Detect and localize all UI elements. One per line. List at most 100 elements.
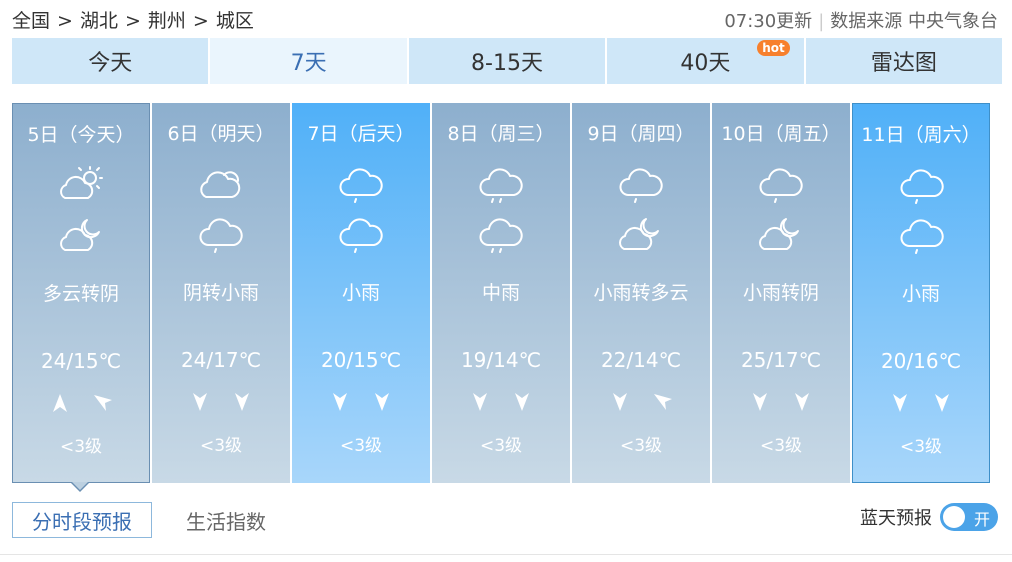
south-wind-icon: [190, 391, 210, 417]
weather-desc: 小雨: [901, 283, 940, 305]
wind-direction: [292, 391, 430, 417]
light-rain-icon: [336, 163, 386, 203]
wind-level: <3级: [199, 436, 243, 456]
tab-label: 40天: [680, 51, 731, 76]
wind-direction: [853, 392, 989, 418]
south-wind-icon: [750, 391, 770, 417]
south-wind-icon: [890, 392, 910, 418]
tab-40-days[interactable]: 40天 hot: [607, 38, 804, 84]
wind-direction: [572, 391, 710, 417]
temperature: 24/15℃: [40, 349, 122, 373]
tab-label: 8-15天: [471, 51, 543, 76]
divider: [0, 554, 1012, 555]
day-card[interactable]: 8日（周三） 中雨 19/14℃ <3级: [432, 103, 570, 483]
weather-desc: 多云转阴: [42, 283, 119, 305]
temperature: 24/17℃: [180, 348, 262, 372]
south-wind-icon: [470, 391, 490, 417]
day-card[interactable]: 7日（后天） 小雨 20/15℃ <3级: [292, 103, 430, 483]
toggle-state: 开: [973, 510, 990, 529]
south-wind-icon: [610, 391, 630, 417]
day-date: 5日（今天）: [27, 124, 135, 146]
day-date: 6日（明天）: [167, 123, 275, 145]
day-date: 8日（周三）: [447, 123, 555, 145]
cloudy-night-icon: [616, 213, 666, 253]
wind-level: <3级: [759, 436, 803, 456]
top-bar: 全国 > 湖北 > 荆州 > 城区 07:30更新 | 数据来源 中央气象台: [12, 4, 1002, 32]
tab-label: 雷达图: [870, 51, 937, 76]
light-rain-icon: [336, 213, 386, 253]
breadcrumb-separator: >: [192, 10, 209, 32]
day-date: 10日（周五）: [721, 123, 841, 145]
blue-sky-toggle[interactable]: 开: [940, 503, 998, 531]
south-wind-icon: [330, 391, 350, 417]
breadcrumb: 全国 > 湖北 > 荆州 > 城区: [12, 6, 254, 33]
weather-desc: 中雨: [481, 282, 520, 304]
northwest-wind-icon: [652, 391, 672, 417]
light-rain-icon: [756, 163, 806, 203]
temperature: 25/17℃: [740, 348, 822, 372]
tab-7-days[interactable]: 7天: [210, 38, 407, 84]
day-date: 9日（周四）: [587, 123, 695, 145]
day-card[interactable]: 6日（明天） 阴转小雨 24/17℃ <3级: [152, 103, 290, 483]
seven-day-forecast: 5日（今天） 多云转阴 24/15℃ <3级 6日（明天） 阴转小雨 24/17…: [12, 103, 994, 483]
hot-badge: hot: [757, 40, 790, 56]
day-date: 7日（后天）: [307, 123, 415, 145]
breadcrumb-item-province[interactable]: 湖北: [80, 6, 118, 33]
temperature: 22/14℃: [600, 348, 682, 372]
weather-desc: 小雨转阴: [742, 282, 819, 304]
south-wind-icon: [932, 392, 952, 418]
cloudy-sun-icon: [57, 164, 107, 204]
south-wind-icon: [792, 391, 812, 417]
wind-direction: [152, 391, 290, 417]
divider: |: [818, 11, 825, 32]
wind-direction: [712, 391, 850, 417]
cloudy-night-icon: [756, 213, 806, 253]
weather-desc: 小雨转多云: [593, 282, 689, 304]
day-card[interactable]: 5日（今天） 多云转阴 24/15℃ <3级: [12, 103, 150, 483]
wind-level: <3级: [59, 437, 103, 457]
moderate-rain-icon: [476, 163, 526, 203]
day-date: 11日（周六）: [861, 124, 981, 146]
day-card[interactable]: 11日（周六） 小雨 20/16℃ <3级: [852, 103, 990, 483]
temperature: 19/14℃: [460, 348, 542, 372]
tab-today[interactable]: 今天: [12, 38, 209, 84]
moderate-rain-icon: [476, 213, 526, 253]
northwest-wind-icon: [92, 392, 112, 418]
tab-hourly-forecast[interactable]: 分时段预报: [12, 502, 152, 538]
tab-label: 今天: [88, 51, 133, 76]
breadcrumb-item-city[interactable]: 荆州: [148, 6, 186, 33]
update-time: 07:30更新: [724, 11, 813, 32]
cloudy-night-icon: [57, 214, 107, 254]
light-rain-icon: [897, 164, 947, 204]
breadcrumb-item-district: 城区: [215, 10, 254, 32]
breadcrumb-item-country[interactable]: 全国: [12, 6, 50, 33]
selected-day-pointer-inner: [72, 482, 88, 490]
weather-desc: 阴转小雨: [182, 282, 259, 304]
toggle-knob: [943, 506, 965, 528]
update-info: 07:30更新 | 数据来源 中央气象台: [724, 7, 998, 33]
temperature: 20/15℃: [320, 348, 402, 372]
breadcrumb-separator: >: [124, 10, 141, 32]
cloud-icon: [196, 163, 246, 203]
breadcrumb-separator: >: [57, 10, 73, 32]
wind-level: <3级: [479, 436, 523, 456]
tab-8-15-days[interactable]: 8-15天: [408, 38, 606, 84]
north-wind-icon: [50, 392, 70, 418]
temperature: 20/16℃: [880, 349, 962, 373]
data-source: 数据来源 中央气象台: [830, 11, 998, 32]
day-card[interactable]: 10日（周五） 小雨转阴 25/17℃ <3级: [712, 103, 850, 483]
south-wind-icon: [372, 391, 392, 417]
day-card[interactable]: 9日（周四） 小雨转多云 22/14℃ <3级: [572, 103, 710, 483]
wind-level: <3级: [619, 436, 663, 456]
wind-direction: [13, 392, 149, 418]
light-rain-icon: [897, 214, 947, 254]
light-rain-icon: [616, 163, 666, 203]
wind-level: <3级: [339, 436, 383, 456]
weather-desc: 小雨: [341, 282, 380, 304]
light-rain-icon: [196, 213, 246, 253]
tab-label: 7天: [290, 51, 327, 76]
wind-direction: [432, 391, 570, 417]
south-wind-icon: [512, 391, 532, 417]
tab-radar[interactable]: 雷达图: [805, 38, 1003, 84]
tab-life-index[interactable]: 生活指数: [176, 502, 276, 538]
